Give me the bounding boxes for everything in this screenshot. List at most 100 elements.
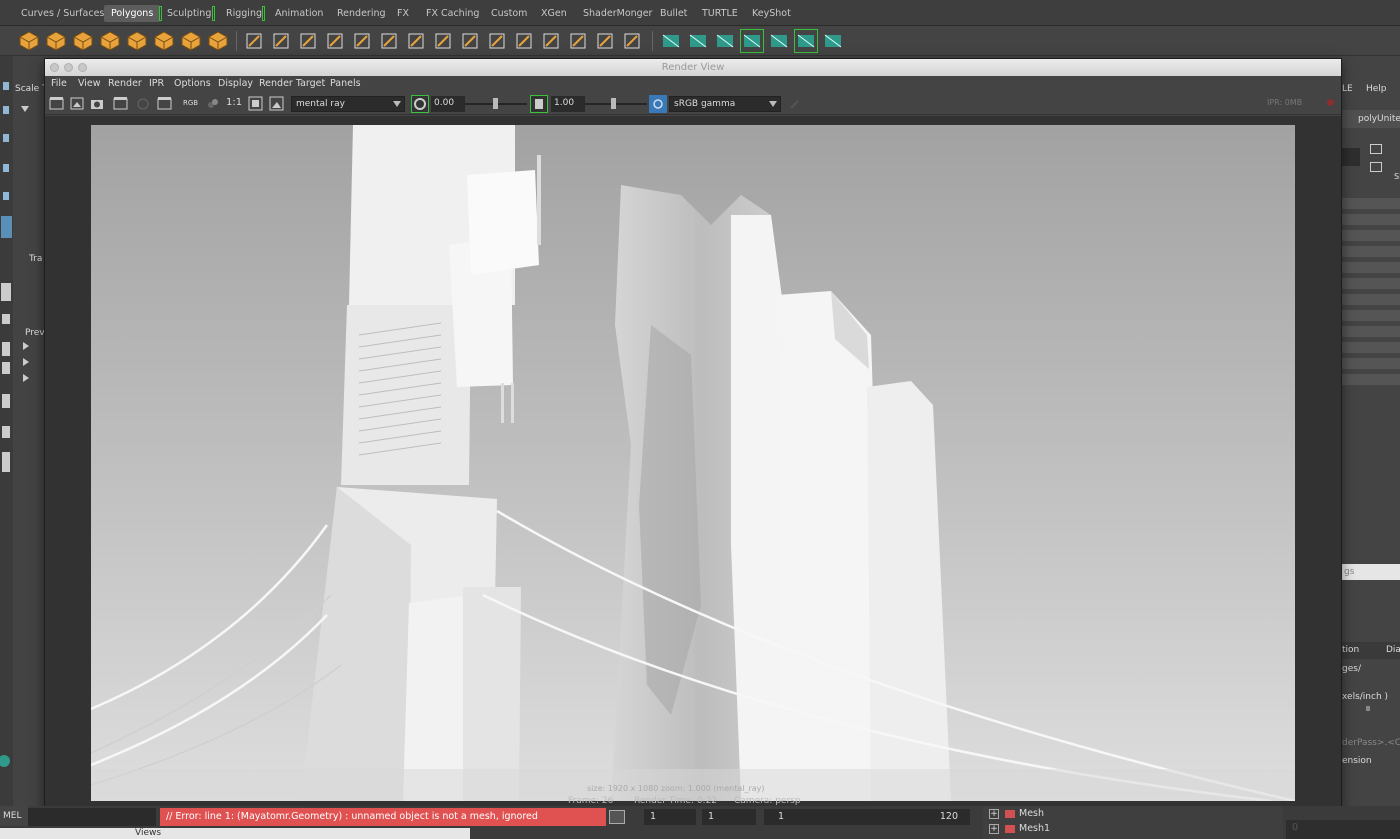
cone-icon[interactable] — [99, 30, 121, 52]
gamma-icon[interactable] — [530, 95, 548, 113]
bridge-icon[interactable] — [459, 30, 481, 52]
separate-icon[interactable] — [270, 30, 292, 52]
torus-icon[interactable] — [153, 30, 175, 52]
uv-transfer-icon[interactable] — [822, 30, 844, 52]
shelf-tab-bracket — [159, 6, 162, 21]
tab-custom[interactable]: Custom — [484, 5, 534, 22]
tab-polygons[interactable]: Polygons — [104, 5, 161, 22]
mel-language-toggle[interactable]: MEL — [0, 806, 28, 826]
sphere-icon[interactable] — [18, 30, 40, 52]
render-sequence-icon[interactable] — [113, 96, 129, 111]
refresh-ipr-icon[interactable] — [157, 96, 173, 111]
tab-shadermonger[interactable]: ShaderMonger — [576, 5, 659, 22]
expand-arrow-icon[interactable] — [23, 358, 29, 366]
unfold-icon[interactable] — [768, 30, 790, 52]
zoom-button[interactable] — [78, 63, 87, 72]
expand-arrow-icon[interactable] — [23, 342, 29, 350]
outliner-item[interactable]: + Mesh1 — [989, 823, 1050, 834]
extract-icon[interactable] — [297, 30, 319, 52]
menu-display[interactable]: Display — [218, 78, 253, 89]
tab-xgen[interactable]: XGen — [534, 5, 574, 22]
color-management-icon[interactable] — [649, 95, 667, 113]
tab-animation[interactable]: Animation — [268, 5, 330, 22]
close-button[interactable] — [50, 63, 59, 72]
stop-ipr-icon[interactable] — [1327, 99, 1334, 106]
cube-icon[interactable] — [45, 30, 67, 52]
uv-editor-icon[interactable] — [621, 30, 643, 52]
alpha-channel-icon[interactable] — [205, 96, 221, 111]
tab-ion[interactable]: tion — [1342, 645, 1359, 655]
planar-map-icon[interactable] — [660, 30, 682, 52]
plane-icon[interactable] — [126, 30, 148, 52]
tab-curves-surfaces[interactable]: Curves / Surfaces — [14, 5, 111, 22]
redo-render-icon[interactable] — [49, 96, 65, 111]
le-menu[interactable]: LE — [1342, 84, 1353, 94]
gamma-slider[interactable] — [585, 98, 647, 109]
tab-sculpting[interactable]: Sculpting — [160, 5, 218, 22]
boolean-icon[interactable] — [324, 30, 346, 52]
pyramid-icon[interactable] — [180, 30, 202, 52]
exposure-field[interactable]: 0.00 — [431, 96, 465, 112]
menu-options[interactable]: Options — [174, 78, 211, 89]
tab-fx-caching[interactable]: FX Caching — [419, 5, 486, 22]
tab-bullet[interactable]: Bullet — [653, 5, 694, 22]
tab-turtle[interactable]: TURTLE — [695, 5, 745, 22]
minimize-button[interactable] — [64, 63, 73, 72]
output-connection-icon[interactable] — [1370, 162, 1382, 172]
mirror-icon[interactable] — [405, 30, 427, 52]
keep-image-icon[interactable] — [269, 96, 285, 111]
insert-loop-icon[interactable] — [540, 30, 562, 52]
dropdown-arrow-icon[interactable] — [21, 106, 29, 112]
smooth-icon[interactable] — [351, 30, 373, 52]
display-real-size-icon[interactable] — [248, 96, 264, 111]
time-start-field[interactable]: 1 — [644, 809, 696, 825]
end-time-field[interactable]: 0 — [1286, 820, 1400, 839]
extrude-icon[interactable] — [486, 30, 508, 52]
menu-panels[interactable]: Panels — [330, 78, 361, 89]
input-connection-icon[interactable] — [1370, 144, 1382, 154]
render-view-canvas[interactable]: size: 1920 x 1080 zoom: 1.000 (mental_ra… — [45, 116, 1341, 809]
target-weld-icon[interactable] — [594, 30, 616, 52]
outliner-item[interactable]: + Mesh — [989, 808, 1044, 819]
expand-arrow-icon[interactable] — [23, 374, 29, 382]
cylindrical-map-icon[interactable] — [687, 30, 709, 52]
menu-render-target[interactable]: Render Target — [259, 78, 325, 89]
renderer-select[interactable]: mental ray — [291, 96, 405, 112]
tab-keyshot[interactable]: KeyShot — [745, 5, 798, 22]
color-space-select[interactable]: sRGB gamma — [669, 96, 781, 112]
pin-icon[interactable] — [787, 96, 803, 111]
range-slider[interactable]: 1 120 — [764, 809, 970, 825]
reduce-icon[interactable] — [378, 30, 400, 52]
tab-rendering[interactable]: Rendering — [330, 5, 393, 22]
current-time-field[interactable]: 1 — [702, 809, 756, 825]
tab-fx[interactable]: FX — [390, 5, 416, 22]
spherical-map-icon[interactable] — [714, 30, 736, 52]
tab-diagnostics[interactable]: Diagn — [1386, 645, 1400, 655]
node-name-tab[interactable]: polyUnite4 — [1358, 114, 1400, 124]
help-menu[interactable]: Help — [1366, 84, 1387, 94]
pipe-icon[interactable] — [207, 30, 229, 52]
bevel-icon[interactable] — [432, 30, 454, 52]
uv-layout-icon[interactable] — [794, 29, 818, 53]
render-view-titlebar[interactable]: Render View — [45, 59, 1341, 76]
menu-file[interactable]: File — [51, 78, 67, 89]
exposure-icon[interactable] — [411, 95, 429, 113]
rgb-channel-button[interactable]: RGB — [183, 99, 198, 107]
menu-view[interactable]: View — [78, 78, 101, 89]
exposure-slider[interactable] — [465, 98, 527, 109]
cylinder-icon[interactable] — [72, 30, 94, 52]
render-region-icon[interactable] — [69, 96, 85, 111]
menu-ipr[interactable]: IPR — [149, 78, 164, 89]
tool-box — [0, 56, 13, 806]
snapshot-icon[interactable] — [89, 96, 105, 111]
gamma-field[interactable]: 1.00 — [551, 96, 585, 112]
merge-icon[interactable] — [567, 30, 589, 52]
combine-icon[interactable] — [243, 30, 265, 52]
menu-render[interactable]: Render — [108, 78, 142, 89]
command-input[interactable] — [28, 808, 156, 826]
ratio-button[interactable]: 1:1 — [226, 97, 242, 108]
script-editor-icon[interactable] — [609, 810, 625, 824]
auto-map-icon[interactable] — [740, 29, 764, 53]
multi-cut-icon[interactable] — [513, 30, 535, 52]
ipr-render-icon[interactable] — [135, 96, 151, 111]
